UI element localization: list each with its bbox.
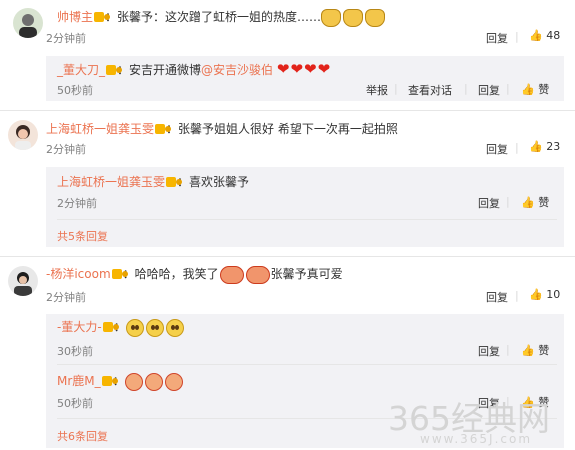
divider: |	[506, 343, 510, 356]
heart-emoji-icon: ❤	[290, 60, 304, 78]
reply-time: 50秒前	[57, 84, 93, 97]
more-replies-link[interactable]: 共6条回复	[57, 428, 108, 444]
laughing-emoji-icon	[245, 265, 270, 284]
comment-line: 上海虹桥一姐龚玉雯 ：张馨予姐姐人很好 希望下一次再一起拍照	[46, 120, 398, 137]
comment-author[interactable]: 上海虹桥一姐龚玉雯	[46, 122, 154, 136]
comment-author[interactable]: 帅博主	[57, 10, 93, 24]
divider	[0, 110, 575, 111]
divider	[57, 364, 557, 365]
reply-author[interactable]: -董大力-	[57, 320, 102, 334]
pig-emoji-icon	[164, 372, 183, 391]
watermark-url: www.365J.com	[420, 432, 533, 446]
like-button[interactable]: 👍 10	[529, 288, 560, 301]
verified-badge-icon	[101, 376, 118, 386]
verified-badge-icon	[102, 322, 119, 332]
reply-button[interactable]: 回复	[478, 195, 500, 211]
thumbs-up-icon: 👍	[529, 29, 543, 42]
reply-author[interactable]: Mr鹿M_	[57, 374, 101, 388]
divider	[0, 256, 575, 257]
like-button[interactable]: 👍 赞	[521, 81, 549, 97]
comment-text-suffix: 张馨予真可爱	[270, 267, 343, 281]
verified-badge-icon	[106, 65, 123, 75]
cat-emoji-icon	[343, 8, 364, 27]
heart-emoji-icon: ❤	[276, 60, 290, 78]
like-count: 48	[546, 29, 561, 42]
verified-badge-icon	[155, 124, 172, 134]
heart-emoji-icon: ❤	[317, 60, 331, 78]
like-button[interactable]: 👍 赞	[521, 194, 549, 210]
avatar[interactable]	[13, 8, 43, 38]
pig-emoji-icon	[124, 372, 143, 391]
avatar[interactable]	[8, 266, 38, 296]
reply-time: 30秒前	[57, 345, 93, 358]
divider: |	[506, 195, 510, 208]
reply-author[interactable]: 上海虹桥一姐龚玉雯	[57, 175, 165, 189]
more-replies-link[interactable]: 共5条回复	[57, 228, 108, 244]
smile-emoji-icon	[145, 318, 164, 337]
reply-line: Mr鹿M_：	[57, 372, 185, 391]
avatar[interactable]	[8, 120, 38, 150]
reply-text: ：安吉开通微博	[117, 63, 202, 77]
like-button[interactable]: 👍 赞	[521, 342, 549, 358]
reply-button[interactable]: 回复	[478, 82, 500, 98]
cat-emoji-icon	[321, 8, 342, 27]
like-count: 10	[546, 288, 561, 301]
reply-text: ：喜欢张馨予	[177, 175, 250, 189]
smile-emoji-icon	[165, 318, 184, 337]
reply-line: _董大刀_ ：安吉开通微博@安吉沙骏伯 ❤❤❤❤	[57, 61, 331, 78]
view-conversation-button[interactable]: 查看对话	[408, 82, 452, 98]
pig-emoji-icon	[144, 372, 163, 391]
comment-author[interactable]: -杨洋icoom	[46, 267, 111, 281]
verified-badge-icon	[166, 177, 183, 187]
cat-emoji-icon	[365, 8, 386, 27]
reply-time: 50秒前	[57, 397, 93, 410]
comment-time: 2分钟前	[46, 32, 86, 45]
divider: |	[515, 141, 519, 154]
thumbs-up-icon: 👍	[529, 140, 543, 153]
comment-text: ：张馨予姐姐人很好 希望下一次再一起拍照	[166, 122, 398, 136]
smile-emoji-icon	[125, 318, 144, 337]
divider: |	[464, 82, 468, 95]
mention-link[interactable]: @安吉沙骏伯	[201, 63, 273, 77]
comment-time: 2分钟前	[46, 143, 86, 156]
like-count: 23	[546, 140, 561, 153]
comment-line: 帅博主 ：张馨予：这次蹭了虹桥一姐的热度……	[57, 8, 387, 27]
thumbs-up-icon: 👍	[529, 288, 543, 301]
reply-button[interactable]: 回复	[486, 30, 508, 46]
like-button[interactable]: 👍 23	[529, 140, 560, 153]
thumbs-up-icon: 👍	[521, 83, 535, 96]
laughing-emoji-icon	[219, 265, 244, 284]
verified-badge-icon	[111, 269, 128, 279]
reply-button[interactable]: 回复	[486, 289, 508, 305]
comment-time: 2分钟前	[46, 291, 86, 304]
divider: |	[506, 82, 510, 95]
heart-emoji-icon: ❤	[304, 60, 317, 78]
comment-line: -杨洋icoom ：哈哈哈，我笑了 张馨予真可爱	[46, 265, 343, 284]
comment-text: ：哈哈哈，我笑了	[122, 267, 219, 281]
reply-line: 上海虹桥一姐龚玉雯 ：喜欢张馨予	[57, 173, 249, 190]
reply-time: 2分钟前	[57, 197, 97, 210]
divider	[57, 219, 557, 220]
comment-text: ：张馨予：这次蹭了虹桥一姐的热度……	[105, 10, 322, 24]
divider: |	[515, 289, 519, 302]
divider: |	[394, 82, 398, 95]
verified-badge-icon	[94, 12, 111, 22]
reply-author[interactable]: _董大刀_	[57, 63, 105, 77]
reply-line: -董大力-：	[57, 318, 186, 337]
thumbs-up-icon: 👍	[521, 344, 535, 357]
reply-button[interactable]: 回复	[478, 343, 500, 359]
reply-button[interactable]: 回复	[486, 141, 508, 157]
divider: |	[515, 30, 519, 43]
thumbs-up-icon: 👍	[521, 196, 535, 209]
like-button[interactable]: 👍 48	[529, 29, 560, 42]
report-button[interactable]: 举报	[366, 82, 388, 98]
